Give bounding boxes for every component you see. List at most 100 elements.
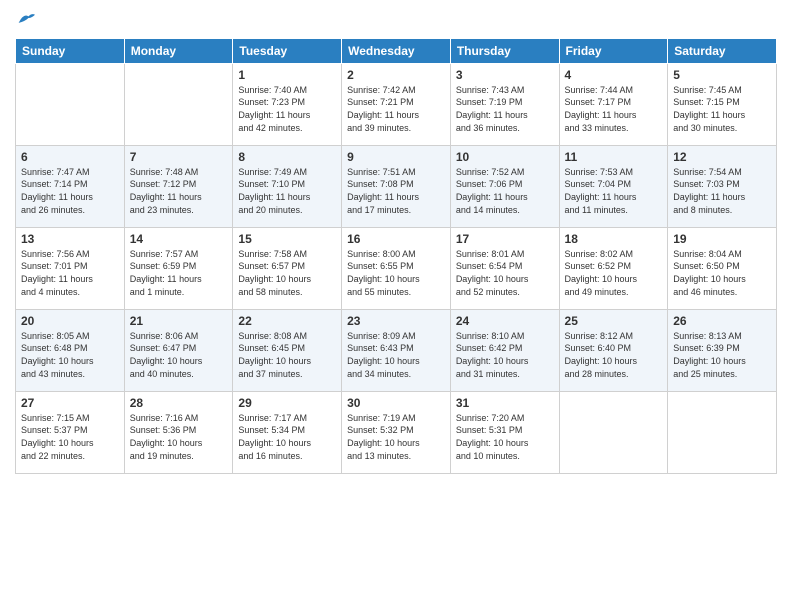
day-number: 23 <box>347 314 445 328</box>
day-number: 6 <box>21 150 119 164</box>
day-info: Sunrise: 7:51 AM Sunset: 7:08 PM Dayligh… <box>347 166 445 216</box>
day-number: 5 <box>673 68 771 82</box>
calendar-cell: 24 Sunrise: 8:10 AM Sunset: 6:42 PM Dayli… <box>450 309 559 391</box>
calendar-cell: 29 Sunrise: 7:17 AM Sunset: 5:34 PM Dayli… <box>233 391 342 473</box>
calendar-cell <box>124 63 233 145</box>
day-number: 4 <box>565 68 663 82</box>
calendar-cell: 9Sunrise: 7:51 AM Sunset: 7:08 PM Daylig… <box>342 145 451 227</box>
logo-text <box>15 10 35 30</box>
day-info: Sunrise: 7:19 AM Sunset: 5:32 PM Dayligh… <box>347 412 445 462</box>
day-info: Sunrise: 7:57 AM Sunset: 6:59 PM Dayligh… <box>130 248 228 298</box>
day-number: 18 <box>565 232 663 246</box>
calendar-cell: 2Sunrise: 7:42 AM Sunset: 7:21 PM Daylig… <box>342 63 451 145</box>
calendar-cell: 10Sunrise: 7:52 AM Sunset: 7:06 PM Dayli… <box>450 145 559 227</box>
day-number: 3 <box>456 68 554 82</box>
day-number: 8 <box>238 150 336 164</box>
day-info: Sunrise: 8:02 AM Sunset: 6:52 PM Dayligh… <box>565 248 663 298</box>
calendar-cell: 7 Sunrise: 7:48 AM Sunset: 7:12 PM Daylig… <box>124 145 233 227</box>
calendar-week-row: 20Sunrise: 8:05 AM Sunset: 6:48 PM Dayli… <box>16 309 777 391</box>
day-info: Sunrise: 7:56 AM Sunset: 7:01 PM Dayligh… <box>21 248 119 298</box>
day-number: 11 <box>565 150 663 164</box>
calendar-cell: 25 Sunrise: 8:12 AM Sunset: 6:40 PM Dayli… <box>559 309 668 391</box>
day-info: Sunrise: 8:06 AM Sunset: 6:47 PM Dayligh… <box>130 330 228 380</box>
calendar-cell: 27 Sunrise: 7:15 AM Sunset: 5:37 PM Dayli… <box>16 391 125 473</box>
day-info: Sunrise: 8:09 AM Sunset: 6:43 PM Dayligh… <box>347 330 445 380</box>
logo <box>15 10 35 30</box>
calendar-cell <box>559 391 668 473</box>
calendar-cell: 13 Sunrise: 7:56 AM Sunset: 7:01 PM Dayli… <box>16 227 125 309</box>
day-info: Sunrise: 8:10 AM Sunset: 6:42 PM Dayligh… <box>456 330 554 380</box>
calendar-cell: 11Sunrise: 7:53 AM Sunset: 7:04 PM Dayli… <box>559 145 668 227</box>
day-number: 16 <box>347 232 445 246</box>
calendar-week-row: 1Sunrise: 7:40 AM Sunset: 7:23 PM Daylig… <box>16 63 777 145</box>
day-info: Sunrise: 8:12 AM Sunset: 6:40 PM Dayligh… <box>565 330 663 380</box>
day-number: 17 <box>456 232 554 246</box>
calendar-cell: 3 Sunrise: 7:43 AM Sunset: 7:19 PM Daylig… <box>450 63 559 145</box>
calendar-cell: 18 Sunrise: 8:02 AM Sunset: 6:52 PM Dayli… <box>559 227 668 309</box>
calendar-cell <box>16 63 125 145</box>
calendar-cell: 1Sunrise: 7:40 AM Sunset: 7:23 PM Daylig… <box>233 63 342 145</box>
calendar-header-row: SundayMondayTuesdayWednesdayThursdayFrid… <box>16 38 777 63</box>
day-info: Sunrise: 7:15 AM Sunset: 5:37 PM Dayligh… <box>21 412 119 462</box>
calendar-cell: 28 Sunrise: 7:16 AM Sunset: 5:36 PM Dayli… <box>124 391 233 473</box>
day-info: Sunrise: 8:08 AM Sunset: 6:45 PM Dayligh… <box>238 330 336 380</box>
weekday-header: Wednesday <box>342 38 451 63</box>
calendar-cell: 4 Sunrise: 7:44 AM Sunset: 7:17 PM Daylig… <box>559 63 668 145</box>
weekday-header: Tuesday <box>233 38 342 63</box>
day-info: Sunrise: 8:01 AM Sunset: 6:54 PM Dayligh… <box>456 248 554 298</box>
day-info: Sunrise: 8:05 AM Sunset: 6:48 PM Dayligh… <box>21 330 119 380</box>
calendar-cell: 17 Sunrise: 8:01 AM Sunset: 6:54 PM Dayli… <box>450 227 559 309</box>
day-number: 12 <box>673 150 771 164</box>
day-info: Sunrise: 7:20 AM Sunset: 5:31 PM Dayligh… <box>456 412 554 462</box>
calendar-cell: 15Sunrise: 7:58 AM Sunset: 6:57 PM Dayli… <box>233 227 342 309</box>
day-info: Sunrise: 7:43 AM Sunset: 7:19 PM Dayligh… <box>456 84 554 134</box>
page: SundayMondayTuesdayWednesdayThursdayFrid… <box>0 0 792 612</box>
weekday-header: Sunday <box>16 38 125 63</box>
day-info: Sunrise: 7:17 AM Sunset: 5:34 PM Dayligh… <box>238 412 336 462</box>
calendar-cell: 6 Sunrise: 7:47 AM Sunset: 7:14 PM Daylig… <box>16 145 125 227</box>
day-info: Sunrise: 7:42 AM Sunset: 7:21 PM Dayligh… <box>347 84 445 134</box>
weekday-header: Thursday <box>450 38 559 63</box>
day-number: 21 <box>130 314 228 328</box>
calendar-week-row: 27 Sunrise: 7:15 AM Sunset: 5:37 PM Dayli… <box>16 391 777 473</box>
day-number: 19 <box>673 232 771 246</box>
calendar-cell: 5Sunrise: 7:45 AM Sunset: 7:15 PM Daylig… <box>668 63 777 145</box>
day-number: 22 <box>238 314 336 328</box>
day-info: Sunrise: 7:40 AM Sunset: 7:23 PM Dayligh… <box>238 84 336 134</box>
day-info: Sunrise: 7:49 AM Sunset: 7:10 PM Dayligh… <box>238 166 336 216</box>
calendar-cell: 26Sunrise: 8:13 AM Sunset: 6:39 PM Dayli… <box>668 309 777 391</box>
logo-bird-icon <box>17 11 35 25</box>
weekday-header: Monday <box>124 38 233 63</box>
calendar-cell: 22 Sunrise: 8:08 AM Sunset: 6:45 PM Dayli… <box>233 309 342 391</box>
calendar-cell: 20Sunrise: 8:05 AM Sunset: 6:48 PM Dayli… <box>16 309 125 391</box>
day-info: Sunrise: 7:54 AM Sunset: 7:03 PM Dayligh… <box>673 166 771 216</box>
day-info: Sunrise: 8:13 AM Sunset: 6:39 PM Dayligh… <box>673 330 771 380</box>
day-info: Sunrise: 7:16 AM Sunset: 5:36 PM Dayligh… <box>130 412 228 462</box>
day-number: 10 <box>456 150 554 164</box>
day-number: 29 <box>238 396 336 410</box>
day-number: 13 <box>21 232 119 246</box>
calendar-cell: 12 Sunrise: 7:54 AM Sunset: 7:03 PM Dayli… <box>668 145 777 227</box>
weekday-header: Friday <box>559 38 668 63</box>
day-number: 28 <box>130 396 228 410</box>
day-number: 14 <box>130 232 228 246</box>
day-number: 25 <box>565 314 663 328</box>
weekday-header: Saturday <box>668 38 777 63</box>
day-number: 15 <box>238 232 336 246</box>
calendar-cell: 23 Sunrise: 8:09 AM Sunset: 6:43 PM Dayli… <box>342 309 451 391</box>
day-number: 31 <box>456 396 554 410</box>
day-info: Sunrise: 8:00 AM Sunset: 6:55 PM Dayligh… <box>347 248 445 298</box>
day-info: Sunrise: 7:44 AM Sunset: 7:17 PM Dayligh… <box>565 84 663 134</box>
calendar-week-row: 13 Sunrise: 7:56 AM Sunset: 7:01 PM Dayli… <box>16 227 777 309</box>
calendar-cell <box>668 391 777 473</box>
day-number: 27 <box>21 396 119 410</box>
header <box>15 10 777 30</box>
day-number: 7 <box>130 150 228 164</box>
day-number: 24 <box>456 314 554 328</box>
calendar-cell: 19Sunrise: 8:04 AM Sunset: 6:50 PM Dayli… <box>668 227 777 309</box>
calendar-cell: 21 Sunrise: 8:06 AM Sunset: 6:47 PM Dayli… <box>124 309 233 391</box>
day-info: Sunrise: 7:47 AM Sunset: 7:14 PM Dayligh… <box>21 166 119 216</box>
calendar-cell: 14 Sunrise: 7:57 AM Sunset: 6:59 PM Dayli… <box>124 227 233 309</box>
calendar-cell: 30Sunrise: 7:19 AM Sunset: 5:32 PM Dayli… <box>342 391 451 473</box>
day-info: Sunrise: 7:48 AM Sunset: 7:12 PM Dayligh… <box>130 166 228 216</box>
